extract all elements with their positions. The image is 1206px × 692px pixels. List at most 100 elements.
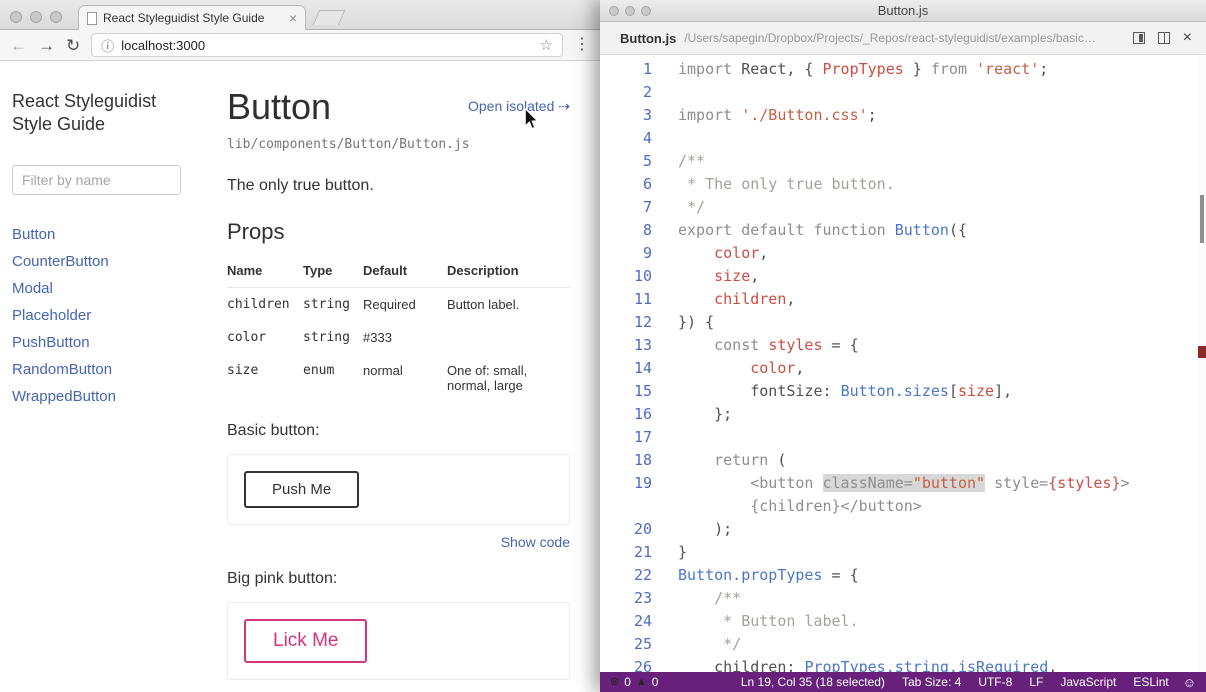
minimize-window-button[interactable] (30, 11, 42, 23)
code-line[interactable]: 4 (600, 127, 1198, 150)
code-text: } (678, 543, 688, 561)
bookmark-star-icon[interactable]: ☆ (540, 36, 553, 54)
minimize-window-button[interactable] (625, 6, 635, 16)
split-editor-icon[interactable] (1157, 32, 1170, 44)
line-number: 21 (633, 543, 652, 561)
styleguide-title: React Styleguidist Style Guide (12, 91, 157, 135)
tab-close-icon[interactable]: × (289, 11, 297, 25)
code-line[interactable]: 9 color, (600, 242, 1198, 265)
new-tab-button[interactable] (312, 10, 346, 25)
browser-menu-icon[interactable]: ⋮ (574, 37, 590, 53)
editor-actions: × (1132, 30, 1192, 46)
sidebar-item-pushbutton[interactable]: PushButton (12, 334, 198, 351)
code-line[interactable]: 26 children: PropTypes.string.isRequired… (600, 656, 1198, 672)
code-line[interactable]: 11 children, (600, 288, 1198, 311)
code-line[interactable]: 3 import './Button.css'; (600, 104, 1198, 127)
example-preview: Push Me (227, 454, 570, 525)
problems-indicator[interactable]: ⊗ 0 ▲ 0 (610, 675, 658, 689)
code-line[interactable]: 5 /** (600, 150, 1198, 173)
prop-type: string (303, 297, 350, 312)
browser-tab[interactable]: React Styleguidist Style Guide × (78, 5, 306, 30)
push-me-button[interactable]: Push Me (244, 471, 360, 508)
status-item[interactable]: Tab Size: 4 (902, 675, 961, 689)
reload-icon[interactable]: ↻ (66, 37, 80, 54)
line-number: 5 (642, 152, 652, 170)
line-number: 8 (642, 221, 652, 239)
zoom-window-button[interactable] (50, 11, 62, 23)
code-line[interactable]: 6 * The only true button. (600, 173, 1198, 196)
prop-name: size (227, 363, 259, 378)
address-bar[interactable]: ⓘ localhost:3000 ☆ (91, 33, 563, 57)
sidebar-item-counterbutton[interactable]: CounterButton (12, 253, 198, 270)
status-right: Ln 19, Col 35 (18 selected) Tab Size: 4 UT… (741, 675, 1169, 689)
sidebar-item-placeholder[interactable]: Placeholder (12, 307, 198, 324)
code-text: /** (678, 152, 706, 170)
code-line[interactable]: 23 /** (600, 587, 1198, 610)
doc-header: Button Open isolated ⇢ (227, 86, 570, 128)
code-line[interactable]: 1 import React, { PropTypes } from 'react… (600, 58, 1198, 81)
component-description: The only true button. (227, 177, 374, 194)
close-editor-icon[interactable]: × (1183, 30, 1192, 46)
code-line[interactable]: 21} (600, 541, 1198, 564)
code-line[interactable]: 16 }; (600, 403, 1198, 426)
code-line[interactable]: 20 ); (600, 518, 1198, 541)
status-item[interactable]: JavaScript (1060, 675, 1116, 689)
code-line[interactable]: 19 <button className="button" style={sty… (600, 472, 1198, 495)
sidebar-item-button[interactable]: Button (12, 226, 198, 243)
warning-count: 0 (651, 675, 659, 689)
code-line[interactable]: 7 */ (600, 196, 1198, 219)
back-icon[interactable]: ← (10, 37, 27, 54)
code-text: * Button label. (678, 612, 859, 630)
code-area[interactable]: 1 import React, { PropTypes } from 'react… (600, 55, 1198, 672)
feedback-smiley-icon[interactable]: ☺ (1183, 675, 1196, 690)
scrollbar-thumb[interactable] (1200, 195, 1204, 243)
sidebar-item-randombutton[interactable]: RandomButton (12, 361, 198, 378)
tab-title: React Styleguidist Style Guide (103, 11, 265, 25)
code-line[interactable]: 22 Button.propTypes = { (600, 564, 1198, 587)
code-line[interactable]: 13 const styles = { (600, 334, 1198, 357)
page-content: React Styleguidist Style Guide Button Cou… (0, 62, 600, 692)
lick-me-button[interactable]: Lick Me (244, 619, 368, 663)
code-text: children: PropTypes.string.isRequired, (678, 656, 1057, 672)
code-line[interactable]: {children}</button> (600, 495, 1198, 518)
code-line[interactable]: 17 (600, 426, 1198, 449)
sidebar-item-wrappedbutton[interactable]: WrappedButton (12, 388, 198, 405)
line-number: 2 (642, 83, 652, 101)
status-item[interactable]: ESLint (1133, 675, 1168, 689)
forward-icon[interactable]: → (38, 37, 55, 54)
prop-default: normal (363, 363, 403, 378)
code-line[interactable]: 25 */ (600, 633, 1198, 656)
code-line[interactable]: 15 fontSize: Button.sizes[size], (600, 380, 1198, 403)
open-preview-icon[interactable] (1132, 32, 1145, 44)
code-line[interactable]: 8 export default function Button({ (600, 219, 1198, 242)
filter-input[interactable] (12, 165, 181, 196)
status-item[interactable]: LF (1029, 675, 1043, 689)
zoom-window-button[interactable] (641, 6, 651, 16)
column-header-name: Name (227, 257, 303, 288)
editor-titlebar[interactable]: Button.js (600, 0, 1206, 22)
code-line[interactable]: 10 size, (600, 265, 1198, 288)
sidebar-item-modal[interactable]: Modal (12, 280, 198, 297)
browser-titlebar[interactable]: React Styleguidist Style Guide × (0, 0, 600, 30)
example-label: Big pink button: (227, 570, 338, 587)
code-text: export default function Button({ (678, 221, 967, 239)
table-row: color string #333 (227, 321, 570, 354)
component-doc: Button Open isolated ⇢ lib/components/Bu… (212, 62, 600, 692)
close-window-button[interactable] (10, 11, 22, 23)
show-code-link[interactable]: Show code (227, 534, 570, 550)
open-isolated-link[interactable]: Open isolated ⇢ (468, 98, 570, 115)
code-line[interactable]: 12}) { (600, 311, 1198, 334)
editor-window: Button.js Button.js /Users/sapegin/Dropb… (600, 0, 1206, 692)
status-item[interactable]: Ln 19, Col 35 (18 selected) (741, 675, 885, 689)
code-line[interactable]: 24 * Button label. (600, 610, 1198, 633)
column-header-default: Default (363, 257, 447, 288)
close-window-button[interactable] (609, 6, 619, 16)
code-line[interactable]: 14 color, (600, 357, 1198, 380)
editor-tab-filename[interactable]: Button.js (620, 31, 676, 46)
site-info-icon[interactable]: ⓘ (101, 36, 114, 55)
code-line[interactable]: 2 (600, 81, 1198, 104)
status-item[interactable]: UTF-8 (978, 675, 1012, 689)
code-line[interactable]: 18 return ( (600, 449, 1198, 472)
url-text[interactable]: localhost:3000 (121, 38, 205, 53)
overview-ruler[interactable] (1198, 55, 1206, 672)
